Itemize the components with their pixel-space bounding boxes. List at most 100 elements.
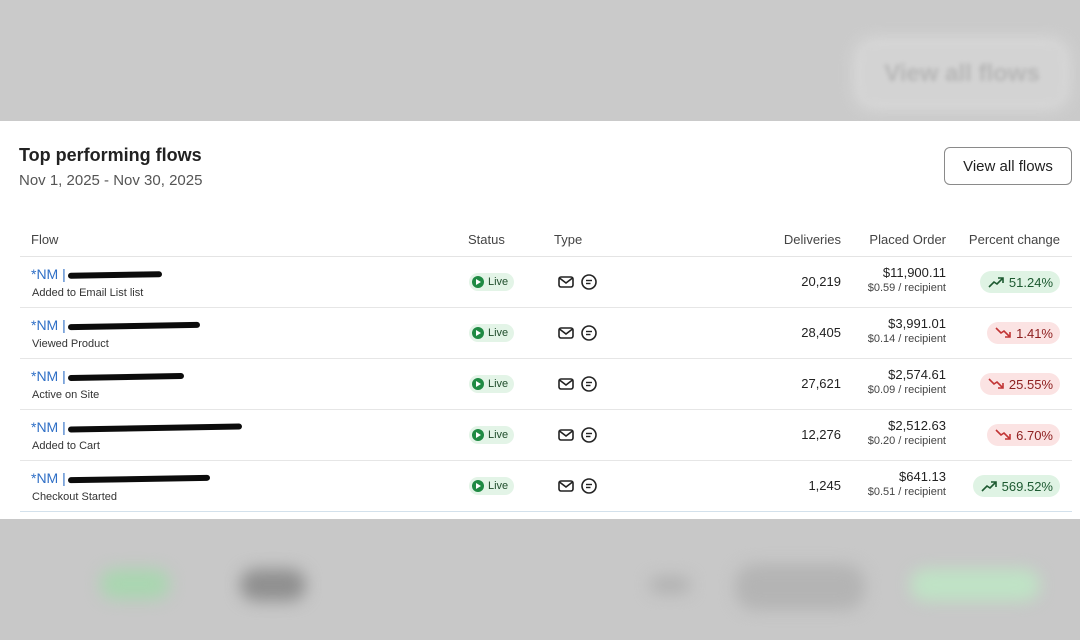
status-label: Live xyxy=(488,276,509,288)
envelope-icon xyxy=(556,476,576,496)
flow-trigger: Active on Site xyxy=(32,389,100,401)
placed-order: $2,512.63 $0.20 / recipient xyxy=(868,418,946,447)
chat-bubble-icon xyxy=(579,272,599,292)
percent-change-badge: 569.52% xyxy=(972,475,1060,497)
placed-order-amount: $2,512.63 xyxy=(888,418,946,433)
top-flows-card: Top performing flows Nov 1, 2025 - Nov 3… xyxy=(0,121,1080,519)
chat-bubble-icon xyxy=(579,323,599,343)
placed-order: $3,991.01 $0.14 / recipient xyxy=(868,316,946,345)
header-flow[interactable]: Flow xyxy=(31,232,58,247)
header-placed-order[interactable]: Placed Order xyxy=(869,232,946,247)
blurred-background-bottom xyxy=(0,519,1080,640)
trend-up-icon xyxy=(981,480,1002,492)
redacted-flow-name xyxy=(67,271,162,280)
status-label: Live xyxy=(488,378,509,390)
placed-order: $2,574.61 $0.09 / recipient xyxy=(868,367,946,396)
trend-down-icon xyxy=(995,429,1016,441)
flow-name-link[interactable]: *NM | xyxy=(31,266,162,282)
chat-bubble-icon xyxy=(579,374,599,394)
flow-type xyxy=(556,272,599,292)
percent-change-badge: 25.55% xyxy=(979,373,1060,395)
deliveries-value: 20,219 xyxy=(801,274,841,289)
header-percent-change[interactable]: Percent change xyxy=(969,232,1060,247)
chat-bubble-icon xyxy=(579,425,599,445)
redacted-flow-name xyxy=(67,322,200,331)
table-body: *NM | Added to Email List list Live 20,219 $… xyxy=(20,257,1072,512)
status-label: Live xyxy=(488,429,509,441)
table-row[interactable]: *NM | Added to Cart Live 12,276 $2,512.63 $0.… xyxy=(20,410,1072,461)
flow-trigger: Checkout Started xyxy=(32,491,117,503)
flow-trigger: Added to Cart xyxy=(32,440,100,452)
table-row[interactable]: *NM | Added to Email List list Live 20,219 $… xyxy=(20,257,1072,308)
chat-bubble-icon xyxy=(579,476,599,496)
per-recipient-value: $0.51 / recipient xyxy=(867,486,946,498)
blurred-number xyxy=(650,577,690,593)
flow-name-prefix[interactable]: *NM | xyxy=(31,368,66,384)
status-badge: Live xyxy=(469,324,515,342)
blurred-background-top: View all flows xyxy=(0,0,1080,121)
trend-up-icon xyxy=(988,276,1009,288)
flow-type xyxy=(556,425,599,445)
play-circle-icon xyxy=(472,480,484,492)
percent-change-value: 25.55% xyxy=(1008,376,1053,392)
deliveries-value: 1,245 xyxy=(808,478,841,493)
status-label: Live xyxy=(488,480,509,492)
blurred-status-pill xyxy=(100,569,170,599)
redacted-flow-name xyxy=(67,373,184,382)
flow-name-link[interactable]: *NM | xyxy=(31,317,200,333)
per-recipient-value: $0.14 / recipient xyxy=(867,333,946,345)
envelope-icon xyxy=(556,374,576,394)
header-status[interactable]: Status xyxy=(468,232,505,247)
placed-order-amount: $2,574.61 xyxy=(888,367,946,382)
flow-name-prefix[interactable]: *NM | xyxy=(31,317,66,333)
deliveries-value: 27,621 xyxy=(801,376,841,391)
card-title: Top performing flows xyxy=(19,145,202,165)
flow-name-link[interactable]: *NM | xyxy=(31,368,184,384)
flow-name-prefix[interactable]: *NM | xyxy=(31,419,66,435)
blurred-view-all-button: View all flows xyxy=(862,46,1062,102)
status-badge: Live xyxy=(469,477,515,495)
flow-type xyxy=(556,374,599,394)
trend-down-icon xyxy=(988,378,1009,390)
blurred-type-icons xyxy=(240,569,306,601)
table-row[interactable]: *NM | Active on Site Live 27,621 $2,574.61 $0… xyxy=(20,359,1072,410)
header-deliveries[interactable]: Deliveries xyxy=(784,232,841,247)
placed-order: $11,900.11 $0.59 / recipient xyxy=(868,265,946,294)
flow-name-link[interactable]: *NM | xyxy=(31,470,210,486)
status-badge: Live xyxy=(469,375,515,393)
placed-order-amount: $3,991.01 xyxy=(888,316,946,331)
percent-change-badge: 6.70% xyxy=(987,424,1060,446)
percent-change-badge: 1.41% xyxy=(987,322,1060,344)
table-row[interactable]: *NM | Checkout Started Live 1,245 $641.13 $0.… xyxy=(20,461,1072,512)
flow-type xyxy=(556,323,599,343)
flow-name-prefix[interactable]: *NM | xyxy=(31,470,66,486)
deliveries-value: 28,405 xyxy=(801,325,841,340)
percent-change-value: 569.52% xyxy=(1001,478,1053,494)
percent-change-value: 1.41% xyxy=(1016,325,1053,341)
flow-name-link[interactable]: *NM | xyxy=(31,419,242,435)
status-badge: Live xyxy=(469,426,515,444)
per-recipient-value: $0.09 / recipient xyxy=(867,384,946,396)
table-header: Flow Status Type Deliveries Placed Order… xyxy=(20,220,1072,257)
envelope-icon xyxy=(556,425,576,445)
percent-change-badge: 51.24% xyxy=(979,271,1060,293)
flows-table: Flow Status Type Deliveries Placed Order… xyxy=(20,220,1072,512)
blurred-change-pill xyxy=(910,569,1040,601)
redacted-flow-name xyxy=(67,423,242,433)
placed-order: $641.13 $0.51 / recipient xyxy=(868,469,946,498)
per-recipient-value: $0.20 / recipient xyxy=(867,435,946,447)
flow-trigger: Viewed Product xyxy=(32,338,109,350)
placed-order-amount: $11,900.11 xyxy=(882,265,946,280)
per-recipient-value: $0.59 / recipient xyxy=(867,282,946,294)
trend-down-icon xyxy=(995,327,1016,339)
play-circle-icon xyxy=(472,378,484,390)
percent-change-value: 6.70% xyxy=(1016,427,1053,443)
flow-name-prefix[interactable]: *NM | xyxy=(31,266,66,282)
play-circle-icon xyxy=(472,327,484,339)
view-all-flows-button[interactable]: View all flows xyxy=(944,147,1072,185)
header-type[interactable]: Type xyxy=(554,232,582,247)
table-row[interactable]: *NM | Viewed Product Live 28,405 $3,991.01 $0… xyxy=(20,308,1072,359)
status-label: Live xyxy=(488,327,509,339)
placed-order-amount: $641.13 xyxy=(899,469,946,484)
play-circle-icon xyxy=(472,429,484,441)
